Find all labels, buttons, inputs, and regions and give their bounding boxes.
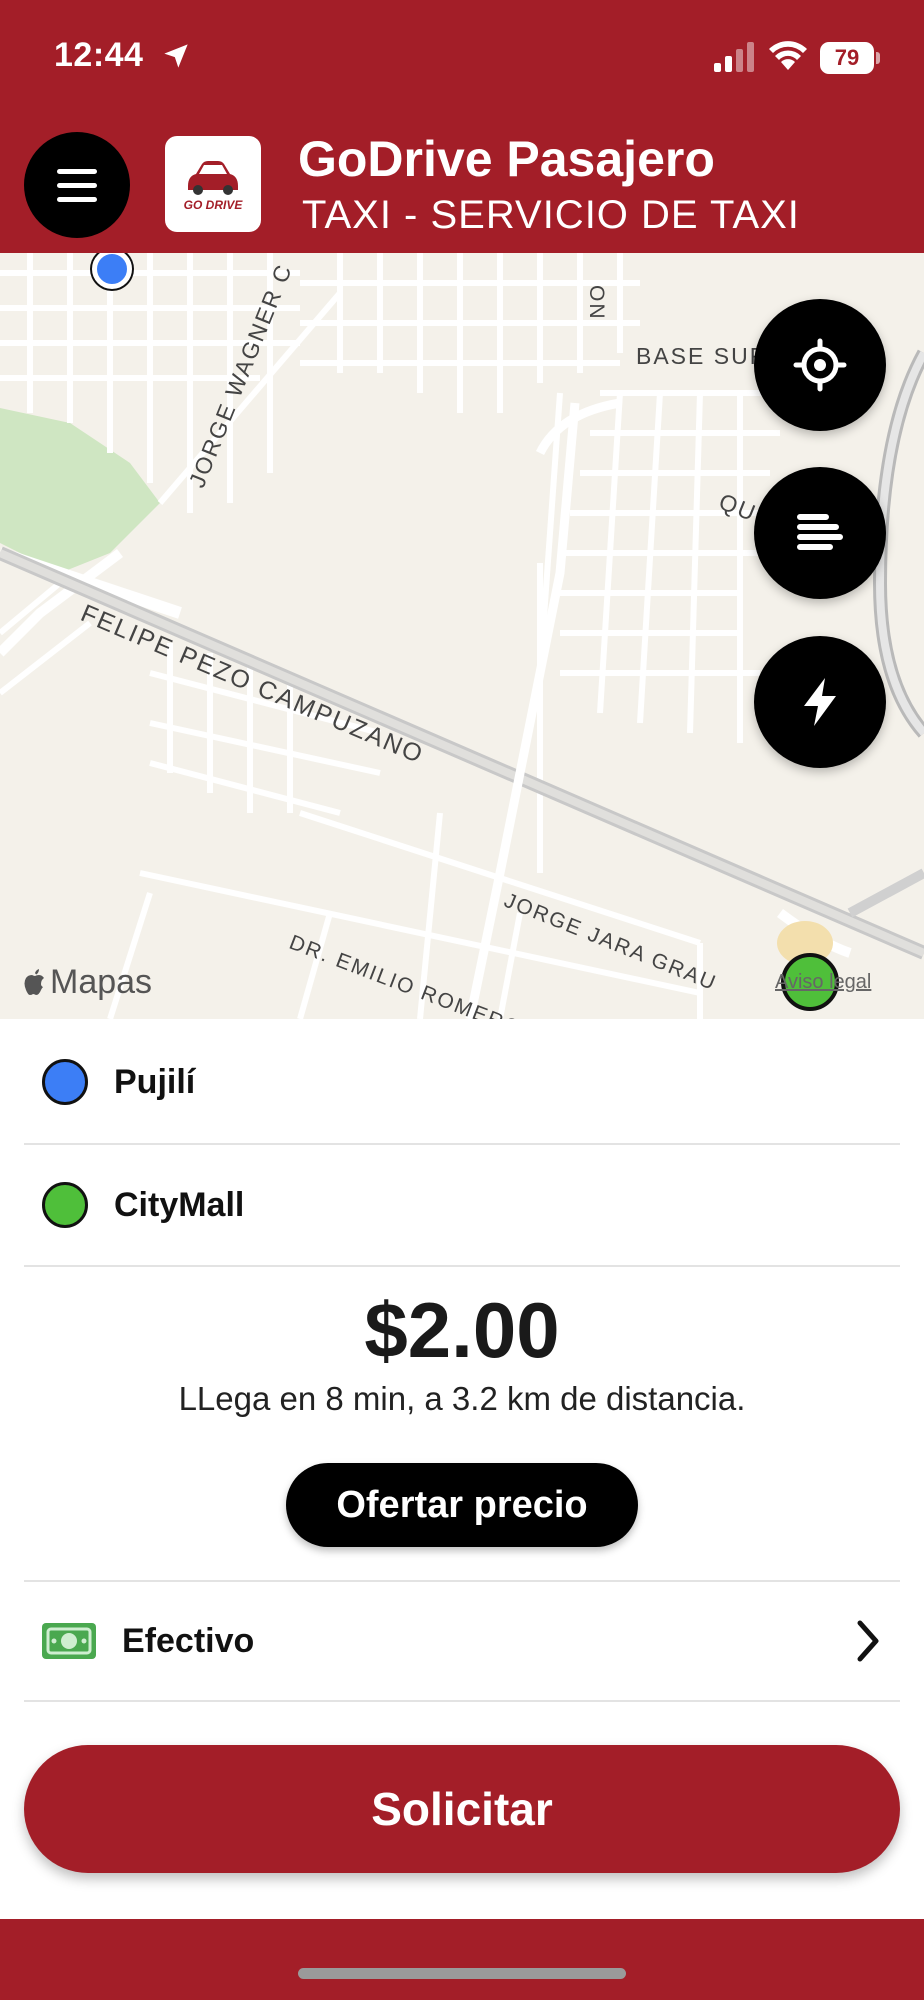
locate-me-button[interactable]: [754, 299, 886, 431]
eta-text: LLega en 8 min, a 3.2 km de distancia.: [178, 1380, 746, 1417]
payment-method-row[interactable]: Efectivo: [24, 1580, 900, 1702]
menu-line: [57, 168, 97, 174]
app-header: 12:44 79 GO DRIVE GoDrive Pasajero TAXI …: [0, 0, 924, 253]
trip-list-button[interactable]: [754, 467, 886, 599]
battery-level: 79: [820, 42, 874, 74]
home-indicator[interactable]: [298, 1968, 626, 1979]
destination-label: CityMall: [114, 1185, 245, 1224]
apple-logo-icon: [24, 968, 44, 995]
payment-method-label: Efectivo: [122, 1621, 255, 1660]
cellular-signal-icon: [714, 42, 754, 72]
menu-line: [57, 182, 97, 188]
app-subtitle: TAXI - SERVICIO DE TAXI: [302, 193, 800, 237]
wifi-icon: [769, 41, 807, 70]
request-ride-button[interactable]: Solicitar: [24, 1745, 900, 1873]
menu-line: [57, 196, 97, 202]
map-street-label: BASE SUR: [636, 343, 769, 369]
lightning-icon: [804, 678, 836, 726]
list-lines-icon: [797, 514, 843, 550]
maps-attribution: Mapas: [22, 963, 152, 1002]
quick-ride-button[interactable]: [754, 636, 886, 768]
destination-row[interactable]: CityMall: [24, 1145, 900, 1267]
chevron-right-icon: [857, 1620, 879, 1662]
car-icon: [188, 161, 238, 195]
origin-label: Pujilí: [114, 1062, 196, 1101]
map-street-label: ON: [585, 285, 608, 321]
battery-icon: 79: [820, 42, 880, 74]
legal-link[interactable]: Aviso legal: [775, 971, 871, 994]
fare-price: $2.00: [364, 1286, 560, 1374]
offer-price-button[interactable]: Ofertar precio: [286, 1463, 638, 1547]
destination-dot-icon: [42, 1182, 88, 1228]
status-time: 12:44: [54, 36, 144, 74]
app-title: GoDrive Pasajero: [298, 131, 715, 187]
status-bar: 12:44 79: [0, 0, 924, 118]
cash-icon: [42, 1623, 96, 1659]
origin-dot-icon: [42, 1059, 88, 1105]
app-logo: GO DRIVE: [165, 136, 261, 232]
crosshair-icon: [793, 338, 847, 392]
logo-text: GO DRIVE: [183, 198, 243, 212]
location-arrow-icon: [164, 44, 188, 68]
hamburger-menu-button[interactable]: [24, 132, 130, 238]
bottom-bar: [0, 1919, 924, 2000]
origin-row[interactable]: Pujilí: [24, 1021, 900, 1145]
maps-brand-text: Mapas: [50, 963, 153, 1001]
